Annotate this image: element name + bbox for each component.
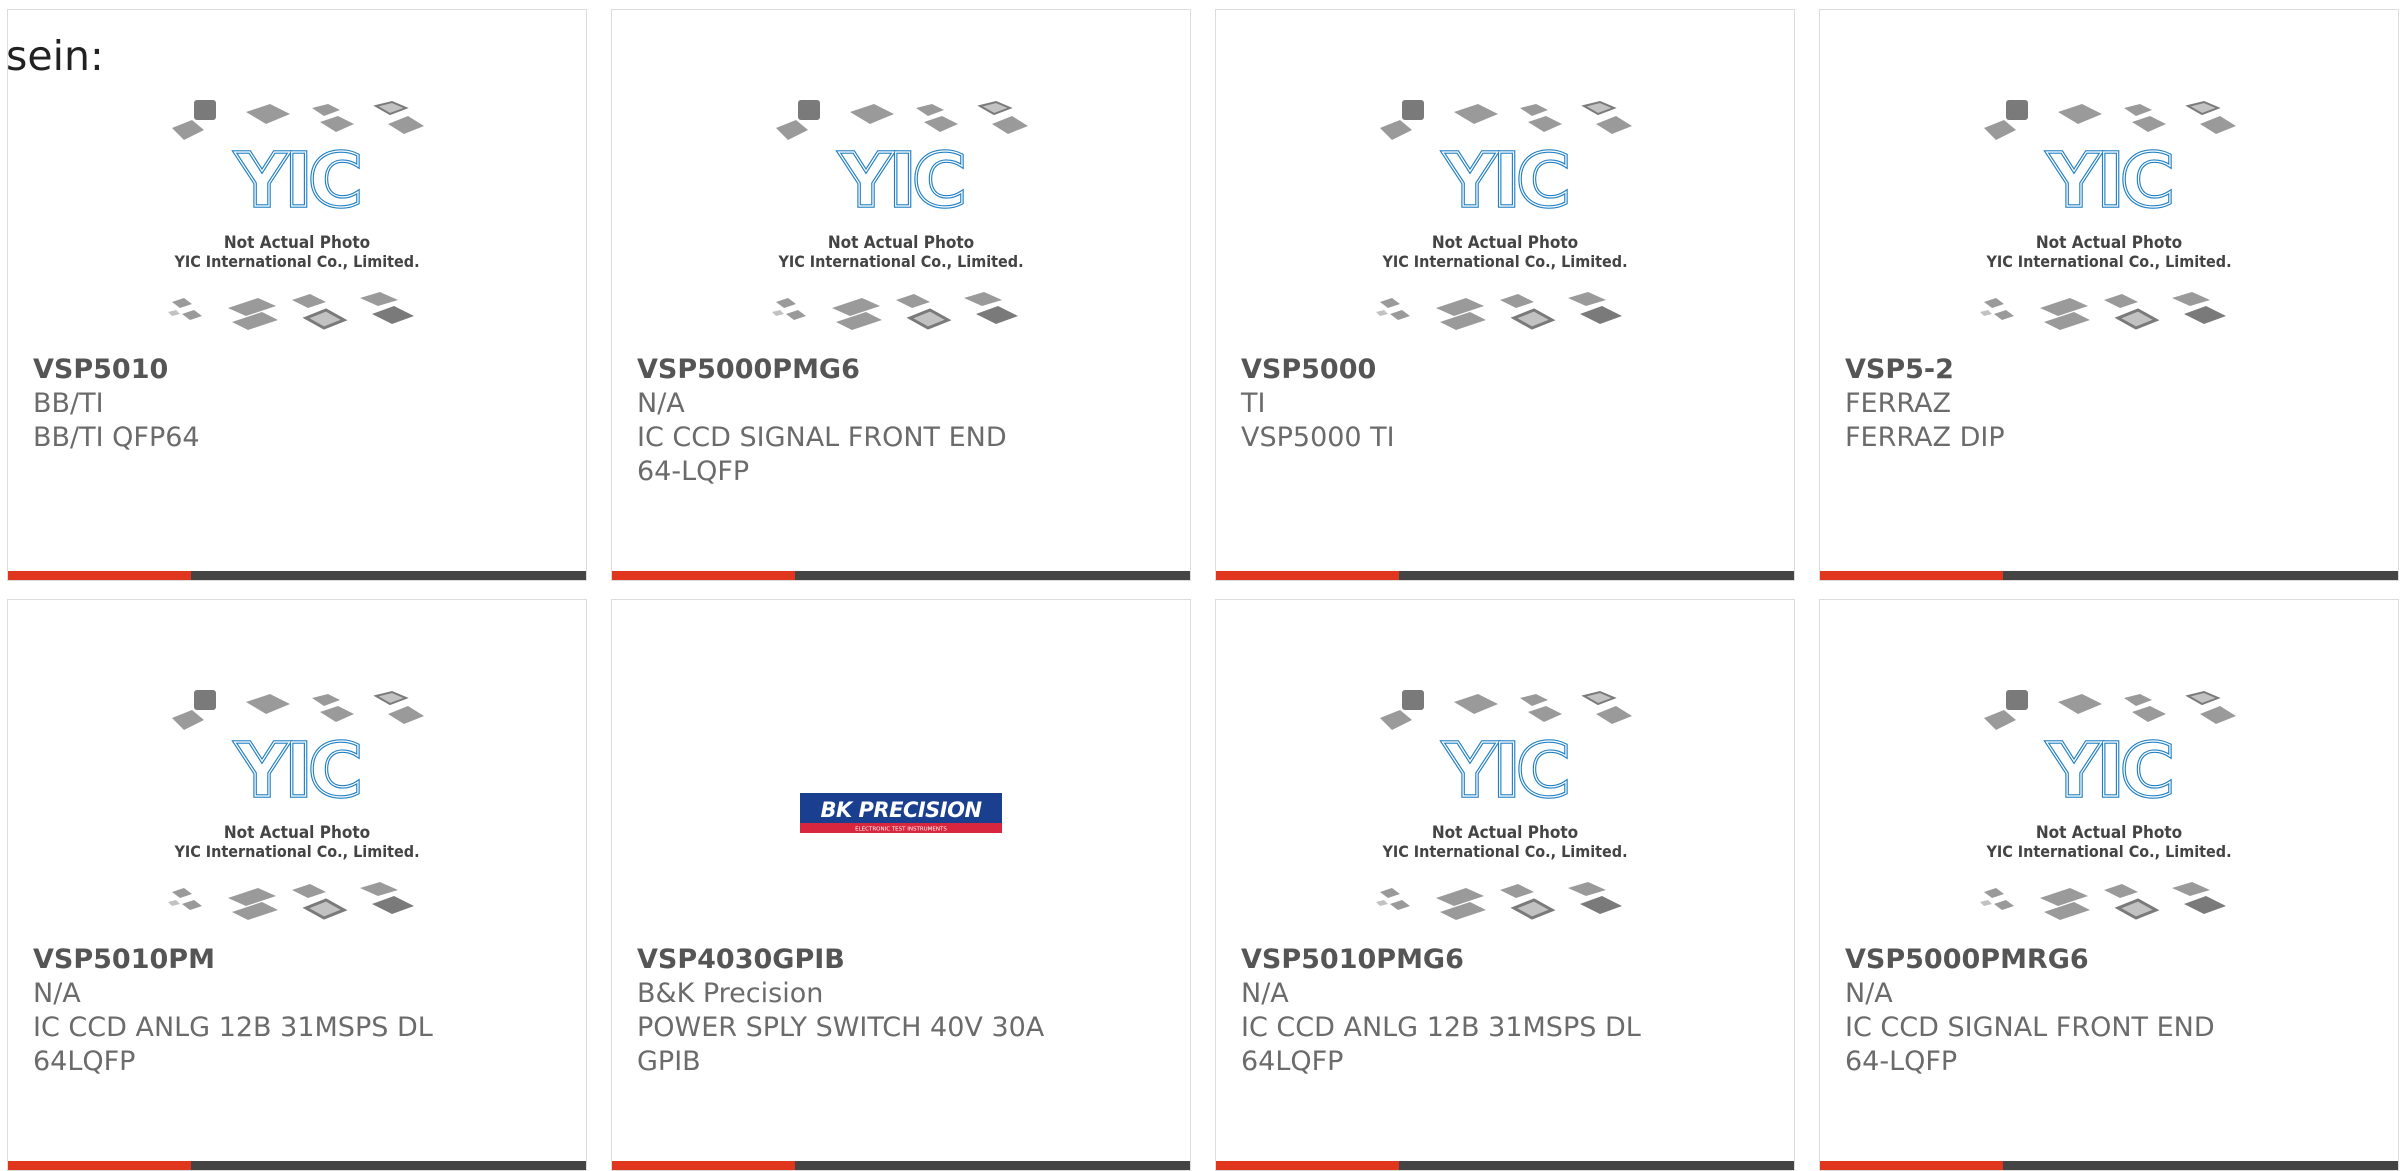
product-image[interactable]: YIC YIC Not Actual Photo YIC Internation… (1216, 98, 1794, 348)
card-accent-bar (8, 1161, 586, 1170)
svg-text:YIC: YIC (1442, 728, 1566, 814)
product-image[interactable]: YIC YIC Not Actual Photo YIC Internation… (1216, 688, 1794, 938)
manufacturer: B&K Precision (637, 978, 824, 1009)
part-number-link[interactable]: VSP5010PM (33, 943, 446, 977)
product-grid: YIC YIC Not Actual Photo YIC Internation… (7, 9, 2399, 1171)
product-info: VSP4030GPIB B&K Precision POWER SPLY SWITC… (637, 943, 1050, 1079)
product-card[interactable]: YIC YIC Not Actual Photo YIC Internation… (7, 9, 587, 581)
card-accent-highlight (1820, 1161, 2003, 1170)
svg-text:BK PRECISION: BK PRECISION (820, 798, 982, 822)
svg-text:Not Actual Photo: Not Actual Photo (2036, 823, 2182, 843)
product-info: VSP5010PMG6 N/A IC CCD ANLG 12B 31MSPS DL … (1241, 943, 1654, 1079)
yic-placeholder-image: YIC YIC Not Actual Photo YIC Internation… (1980, 690, 2236, 920)
svg-text:YIC International Co., Limited: YIC International Co., Limited. (1381, 842, 1627, 861)
yic-placeholder-image: YIC YIC Not Actual Photo YIC Internation… (772, 100, 1028, 330)
yic-placeholder-image: YIC YIC Not Actual Photo YIC Internation… (1376, 690, 1632, 920)
description: POWER SPLY SWITCH 40V 30A GPIB (637, 1012, 1045, 1077)
svg-text:YIC: YIC (2046, 728, 2170, 814)
product-info: VSP5010 BB/TI BB/TI QFP64 (33, 353, 446, 455)
svg-text:YIC International Co., Limited: YIC International Co., Limited. (777, 252, 1023, 271)
card-accent-highlight (612, 1161, 795, 1170)
card-accent-highlight (8, 571, 191, 580)
description: VSP5000 TI (1241, 422, 1395, 453)
svg-text:YIC International Co., Limited: YIC International Co., Limited. (1381, 252, 1627, 271)
card-accent-highlight (612, 571, 795, 580)
svg-text:YIC: YIC (2046, 138, 2170, 224)
description: FERRAZ DIP (1845, 422, 2005, 453)
card-accent-highlight (1216, 571, 1399, 580)
svg-text:Not Actual Photo: Not Actual Photo (224, 233, 370, 253)
svg-text:Not Actual Photo: Not Actual Photo (1432, 233, 1578, 253)
product-card[interactable]: YIC YIC Not Actual Photo YIC Internation… (1215, 9, 1795, 581)
product-image[interactable]: YIC YIC Not Actual Photo YIC Internation… (1820, 98, 2398, 348)
part-number-link[interactable]: VSP4030GPIB (637, 943, 1050, 977)
product-image[interactable]: BK PRECISION ELECTRONIC TEST INSTRUMENTS (612, 688, 1190, 938)
product-card[interactable]: BK PRECISION ELECTRONIC TEST INSTRUMENTS… (611, 599, 1191, 1171)
manufacturer: N/A (33, 978, 81, 1009)
product-card[interactable]: YIC YIC Not Actual Photo YIC Internation… (1819, 599, 2399, 1171)
card-accent-bar (8, 571, 586, 580)
yic-placeholder-image: YIC YIC Not Actual Photo YIC Internation… (1376, 100, 1632, 330)
svg-text:Not Actual Photo: Not Actual Photo (828, 233, 974, 253)
card-accent-bar (612, 571, 1190, 580)
card-accent-bar (1820, 571, 2398, 580)
card-accent-bar (612, 1161, 1190, 1170)
part-number-link[interactable]: VSP5000 (1241, 353, 1654, 387)
product-image[interactable]: YIC YIC Not Actual Photo YIC Internation… (612, 98, 1190, 348)
product-card[interactable]: YIC YIC Not Actual Photo YIC Internation… (1819, 9, 2399, 581)
product-card[interactable]: YIC YIC Not Actual Photo YIC Internation… (7, 599, 587, 1171)
part-number-link[interactable]: VSP5000PMG6 (637, 353, 1050, 387)
product-image[interactable]: YIC YIC Not Actual Photo YIC Internation… (8, 98, 586, 348)
description: BB/TI QFP64 (33, 422, 200, 453)
product-card[interactable]: YIC YIC Not Actual Photo YIC Internation… (1215, 599, 1795, 1171)
card-accent-bar (1216, 571, 1794, 580)
svg-text:YIC International Co., Limited: YIC International Co., Limited. (173, 842, 419, 861)
manufacturer: TI (1241, 388, 1266, 419)
manufacturer: BB/TI (33, 388, 104, 419)
description: IC CCD SIGNAL FRONT END 64-LQFP (1845, 1012, 2215, 1077)
part-number-link[interactable]: VSP5000PMRG6 (1845, 943, 2258, 977)
product-info: VSP5010PM N/A IC CCD ANLG 12B 31MSPS DL 64… (33, 943, 446, 1079)
bk-precision-logo: BK PRECISION ELECTRONIC TEST INSTRUMENTS (800, 793, 1002, 833)
svg-text:YIC International Co., Limited: YIC International Co., Limited. (1985, 252, 2231, 271)
card-accent-highlight (1820, 571, 2003, 580)
yic-placeholder-image: YIC YIC Not Actual Photo YIC Internation… (1980, 100, 2236, 330)
svg-text:ELECTRONIC TEST INSTRUMENTS: ELECTRONIC TEST INSTRUMENTS (855, 827, 947, 833)
svg-text:Not Actual Photo: Not Actual Photo (2036, 233, 2182, 253)
description: IC CCD ANLG 12B 31MSPS DL 64LQFP (33, 1012, 433, 1077)
svg-text:YIC: YIC (234, 138, 358, 224)
manufacturer: FERRAZ (1845, 388, 1951, 419)
product-info: VSP5000 TI VSP5000 TI (1241, 353, 1654, 455)
manufacturer: N/A (637, 388, 685, 419)
part-number-link[interactable]: VSP5-2 (1845, 353, 2258, 387)
card-accent-bar (1820, 1161, 2398, 1170)
description: IC CCD SIGNAL FRONT END 64-LQFP (637, 422, 1007, 487)
yic-placeholder-image: YIC YIC Not Actual Photo YIC Internation… (168, 100, 424, 330)
description: IC CCD ANLG 12B 31MSPS DL 64LQFP (1241, 1012, 1641, 1077)
product-image[interactable]: YIC YIC Not Actual Photo YIC Internation… (8, 688, 586, 938)
part-number-link[interactable]: VSP5010 (33, 353, 446, 387)
manufacturer: N/A (1845, 978, 1893, 1009)
manufacturer: N/A (1241, 978, 1289, 1009)
svg-text:YIC: YIC (234, 728, 358, 814)
product-info: VSP5000PMRG6 N/A IC CCD SIGNAL FRONT END 6… (1845, 943, 2258, 1079)
product-info: VSP5-2 FERRAZ FERRAZ DIP (1845, 353, 2258, 455)
svg-text:Not Actual Photo: Not Actual Photo (224, 823, 370, 843)
card-accent-highlight (1216, 1161, 1399, 1170)
svg-text:Not Actual Photo: Not Actual Photo (1432, 823, 1578, 843)
card-accent-bar (1216, 1161, 1794, 1170)
card-accent-highlight (8, 1161, 191, 1170)
product-image[interactable]: YIC YIC Not Actual Photo YIC Internation… (1820, 688, 2398, 938)
intro-text: sein: (6, 32, 104, 80)
svg-text:YIC: YIC (1442, 138, 1566, 224)
svg-text:YIC International Co., Limited: YIC International Co., Limited. (173, 252, 419, 271)
part-number-link[interactable]: VSP5010PMG6 (1241, 943, 1654, 977)
product-card[interactable]: YIC YIC Not Actual Photo YIC Internation… (611, 9, 1191, 581)
svg-text:YIC: YIC (838, 138, 962, 224)
product-info: VSP5000PMG6 N/A IC CCD SIGNAL FRONT END 64… (637, 353, 1050, 489)
svg-text:YIC International Co., Limited: YIC International Co., Limited. (1985, 842, 2231, 861)
yic-placeholder-image: YIC YIC Not Actual Photo YIC Internation… (168, 690, 424, 920)
